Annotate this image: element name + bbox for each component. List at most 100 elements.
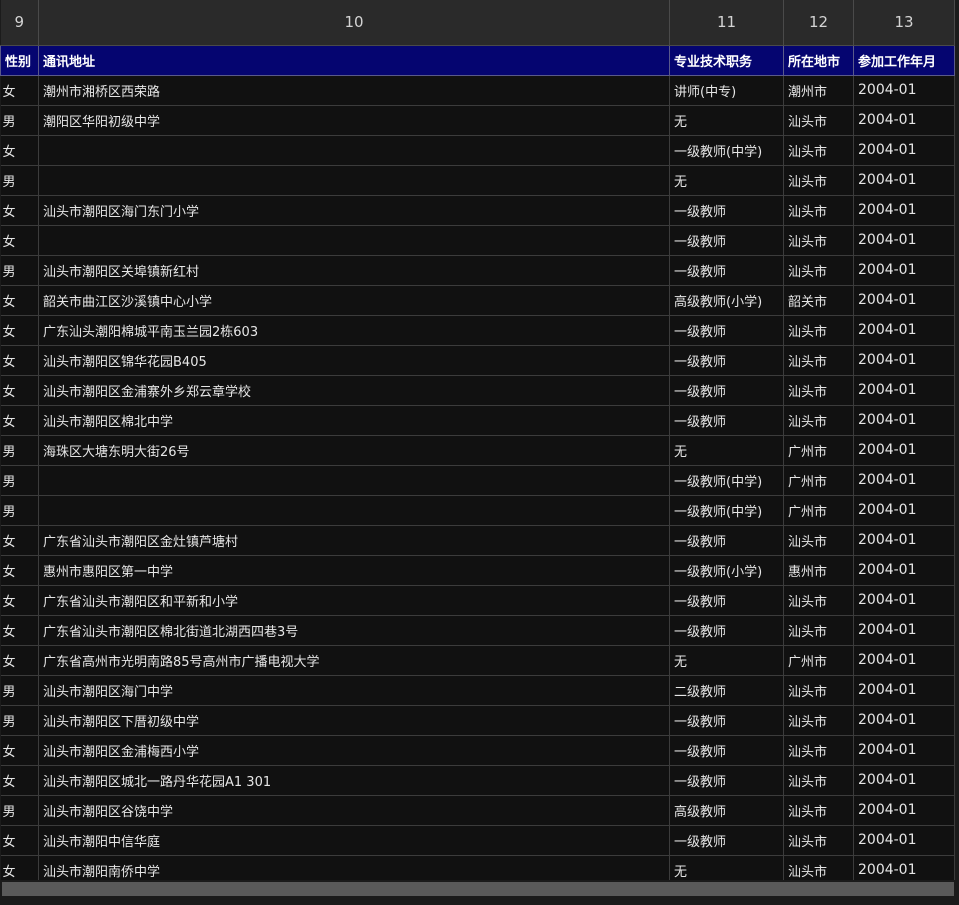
cell-address[interactable]: 广东省汕头市潮阳区棉北街道北湖西四巷3号 [38, 615, 670, 646]
column-header-13[interactable]: 13 [853, 0, 955, 46]
horizontal-scrollbar[interactable] [0, 880, 959, 905]
field-header-start-date[interactable]: 参加工作年月 [853, 44, 955, 76]
cell-title[interactable]: 一级教师 [669, 375, 784, 406]
cell-city[interactable]: 广州市 [783, 465, 854, 496]
cell-address[interactable]: 广东汕头潮阳棉城平南玉兰园2栋603 [38, 315, 670, 346]
column-header-9[interactable]: 9 [0, 0, 39, 46]
cell-title[interactable]: 讲师(中专) [669, 75, 784, 106]
cell-start-date[interactable]: 2004-01 [853, 255, 955, 286]
cell-start-date[interactable]: 2004-01 [853, 735, 955, 766]
cell-gender[interactable]: 女 [0, 225, 39, 256]
cell-gender[interactable]: 男 [0, 105, 39, 136]
cell-start-date[interactable]: 2004-01 [853, 225, 955, 256]
cell-title[interactable]: 一级教师 [669, 315, 784, 346]
cell-city[interactable]: 汕头市 [783, 195, 854, 226]
cell-gender[interactable]: 女 [0, 375, 39, 406]
scrollbar-thumb[interactable] [2, 882, 954, 896]
cell-start-date[interactable]: 2004-01 [853, 675, 955, 706]
cell-address[interactable]: 广东省高州市光明南路85号高州市广播电视大学 [38, 645, 670, 676]
cell-city[interactable]: 汕头市 [783, 585, 854, 616]
cell-title[interactable]: 一级教师 [669, 345, 784, 376]
cell-title[interactable]: 一级教师(中学) [669, 135, 784, 166]
cell-gender[interactable]: 女 [0, 765, 39, 796]
cell-title[interactable]: 无 [669, 165, 784, 196]
cell-address[interactable]: 潮阳区华阳初级中学 [38, 105, 670, 136]
cell-gender[interactable]: 男 [0, 705, 39, 736]
cell-gender[interactable]: 女 [0, 195, 39, 226]
cell-title[interactable]: 一级教师 [669, 405, 784, 436]
cell-start-date[interactable]: 2004-01 [853, 705, 955, 736]
cell-start-date[interactable]: 2004-01 [853, 345, 955, 376]
cell-start-date[interactable]: 2004-01 [853, 825, 955, 856]
cell-gender[interactable]: 女 [0, 585, 39, 616]
cell-title[interactable]: 一级教师 [669, 585, 784, 616]
cell-start-date[interactable]: 2004-01 [853, 75, 955, 106]
cell-address[interactable]: 汕头市潮阳区金浦梅西小学 [38, 735, 670, 766]
cell-address[interactable]: 汕头市潮阳区棉北中学 [38, 405, 670, 436]
cell-address[interactable]: 汕头市潮阳中信华庭 [38, 825, 670, 856]
cell-start-date[interactable]: 2004-01 [853, 435, 955, 466]
cell-address[interactable]: 广东省汕头市潮阳区金灶镇芦塘村 [38, 525, 670, 556]
cell-gender[interactable]: 男 [0, 465, 39, 496]
cell-address[interactable]: 汕头市潮阳区海门东门小学 [38, 195, 670, 226]
cell-city[interactable]: 汕头市 [783, 795, 854, 826]
cell-title[interactable]: 一级教师 [669, 195, 784, 226]
cell-title[interactable]: 一级教师 [669, 735, 784, 766]
cell-gender[interactable]: 男 [0, 435, 39, 466]
cell-start-date[interactable]: 2004-01 [853, 315, 955, 346]
cell-title[interactable]: 一级教师 [669, 225, 784, 256]
cell-gender[interactable]: 男 [0, 795, 39, 826]
cell-gender[interactable]: 男 [0, 165, 39, 196]
cell-city[interactable]: 汕头市 [783, 135, 854, 166]
cell-gender[interactable]: 女 [0, 315, 39, 346]
cell-start-date[interactable]: 2004-01 [853, 795, 955, 826]
cell-start-date[interactable]: 2004-01 [853, 195, 955, 226]
cell-city[interactable]: 汕头市 [783, 525, 854, 556]
cell-gender[interactable]: 男 [0, 675, 39, 706]
cell-city[interactable]: 汕头市 [783, 705, 854, 736]
cell-city[interactable]: 汕头市 [783, 105, 854, 136]
cell-address[interactable]: 汕头市潮阳区下厝初级中学 [38, 705, 670, 736]
cell-city[interactable]: 广州市 [783, 645, 854, 676]
cell-address[interactable]: 汕头市潮阳区金浦寨外乡郑云章学校 [38, 375, 670, 406]
cell-city[interactable]: 汕头市 [783, 165, 854, 196]
cell-city[interactable]: 汕头市 [783, 735, 854, 766]
cell-start-date[interactable]: 2004-01 [853, 135, 955, 166]
cell-city[interactable]: 汕头市 [783, 675, 854, 706]
cell-gender[interactable]: 男 [0, 495, 39, 526]
cell-title[interactable]: 高级教师(小学) [669, 285, 784, 316]
cell-gender[interactable]: 女 [0, 405, 39, 436]
column-header-11[interactable]: 11 [669, 0, 784, 46]
cell-city[interactable]: 潮州市 [783, 75, 854, 106]
cell-title[interactable]: 高级教师 [669, 795, 784, 826]
cell-title[interactable]: 无 [669, 645, 784, 676]
cell-address[interactable]: 广东省汕头市潮阳区和平新和小学 [38, 585, 670, 616]
column-header-12[interactable]: 12 [783, 0, 854, 46]
cell-address[interactable] [38, 465, 670, 496]
cell-address[interactable]: 韶关市曲江区沙溪镇中心小学 [38, 285, 670, 316]
cell-start-date[interactable]: 2004-01 [853, 495, 955, 526]
cell-address[interactable] [38, 165, 670, 196]
cell-gender[interactable]: 女 [0, 555, 39, 586]
cell-city[interactable]: 汕头市 [783, 345, 854, 376]
cell-city[interactable]: 韶关市 [783, 285, 854, 316]
cell-address[interactable]: 惠州市惠阳区第一中学 [38, 555, 670, 586]
cell-start-date[interactable]: 2004-01 [853, 375, 955, 406]
cell-start-date[interactable]: 2004-01 [853, 165, 955, 196]
cell-gender[interactable]: 男 [0, 255, 39, 286]
cell-start-date[interactable]: 2004-01 [853, 285, 955, 316]
cell-address[interactable]: 汕头市潮阳区海门中学 [38, 675, 670, 706]
cell-city[interactable]: 汕头市 [783, 405, 854, 436]
cell-city[interactable]: 广州市 [783, 435, 854, 466]
cell-gender[interactable]: 女 [0, 75, 39, 106]
cell-gender[interactable]: 女 [0, 135, 39, 166]
cell-address[interactable]: 汕头市潮阳区关埠镇新红村 [38, 255, 670, 286]
cell-start-date[interactable]: 2004-01 [853, 405, 955, 436]
cell-title[interactable]: 无 [669, 105, 784, 136]
cell-address[interactable]: 汕头市潮阳区锦华花园B405 [38, 345, 670, 376]
cell-title[interactable]: 一级教师(中学) [669, 465, 784, 496]
cell-gender[interactable]: 女 [0, 345, 39, 376]
cell-gender[interactable]: 女 [0, 825, 39, 856]
cell-title[interactable]: 一级教师 [669, 525, 784, 556]
column-header-10[interactable]: 10 [38, 0, 670, 46]
